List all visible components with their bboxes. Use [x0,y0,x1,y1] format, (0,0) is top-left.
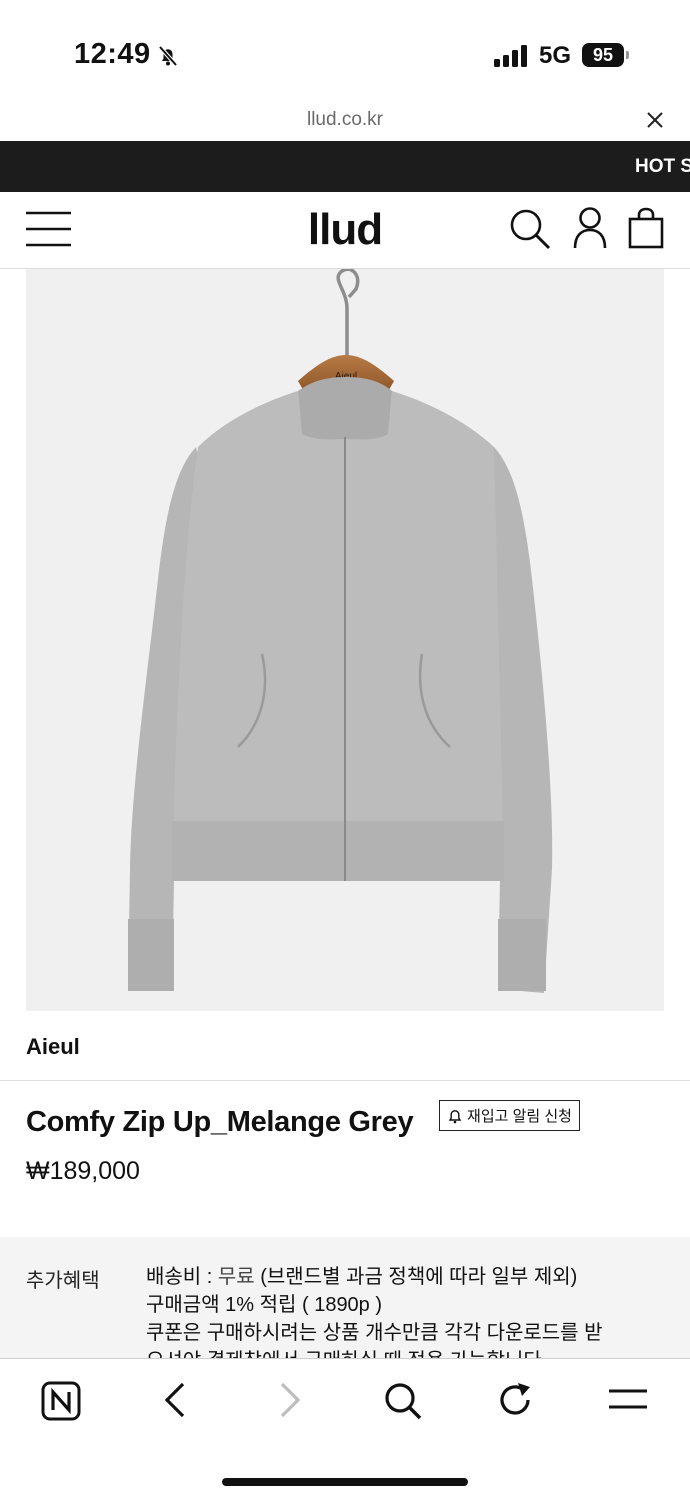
product-title: Comfy Zip Up_Melange Grey [26,1106,414,1138]
url-text[interactable]: llud.co.kr [0,109,690,131]
network-type: 5G [539,42,572,69]
menu-lines-icon[interactable] [608,1381,648,1419]
naver-home-icon[interactable] [41,1381,81,1421]
search-icon[interactable] [509,208,551,250]
brand-name[interactable]: Aieul [26,1034,80,1060]
product-image[interactable]: Aieul [26,269,664,1011]
divider [0,1080,690,1081]
promo-banner[interactable]: HOT S [0,141,690,192]
status-time: 12:49 [74,38,151,70]
chevron-left-icon[interactable] [162,1381,188,1419]
product-price: ₩189,000 [26,1157,140,1185]
close-icon[interactable] [646,111,664,129]
shipping-info: 배송비 : 무료 (브랜드별 과금 정책에 따라 일부 제외) [146,1263,603,1291]
jacket-illustration: Aieul [128,269,553,993]
shipping-prefix: 배송비 : [146,1266,218,1288]
search-icon-toolbar[interactable] [383,1381,423,1421]
shipping-free: 무료 [217,1266,255,1288]
benefit-panel: 추가혜택 배송비 : 무료 (브랜드별 과금 정책에 따라 일부 제외) 구매금… [0,1237,690,1367]
shipping-suffix: (브랜드별 과금 정책에 따라 일부 제외) [254,1266,578,1288]
benefit-label: 추가혜택 [26,1270,100,1292]
battery-level: 95 [592,45,614,65]
promo-text[interactable]: HOT S [635,156,690,178]
home-indicator[interactable] [222,1478,468,1486]
reload-icon[interactable] [496,1381,534,1419]
battery-icon: 95 [582,43,624,67]
browser-url-bar[interactable]: llud.co.kr [0,100,690,142]
restock-alert-button[interactable]: 재입고 알림 신청 [439,1100,580,1131]
signal-icon [494,45,527,67]
bag-icon[interactable] [628,207,664,249]
points-info: 구매금액 1% 적립 ( 1890p ) [146,1294,383,1316]
restock-alert-label: 재입고 알림 신청 [467,1108,572,1125]
benefit-details: 배송비 : 무료 (브랜드별 과금 정책에 따라 일부 제외) 구매금액 1% … [146,1263,603,1367]
coupon-info-line1: 쿠폰은 구매하시려는 상품 개수만큼 각각 다운로드를 받 [146,1322,603,1344]
battery-tip [626,51,629,59]
status-bar: 12:49 5G 95 [0,0,690,100]
bell-slash-icon [158,45,178,67]
user-icon[interactable] [572,207,608,249]
chevron-right-icon[interactable] [277,1381,303,1419]
bell-icon [448,1109,462,1123]
